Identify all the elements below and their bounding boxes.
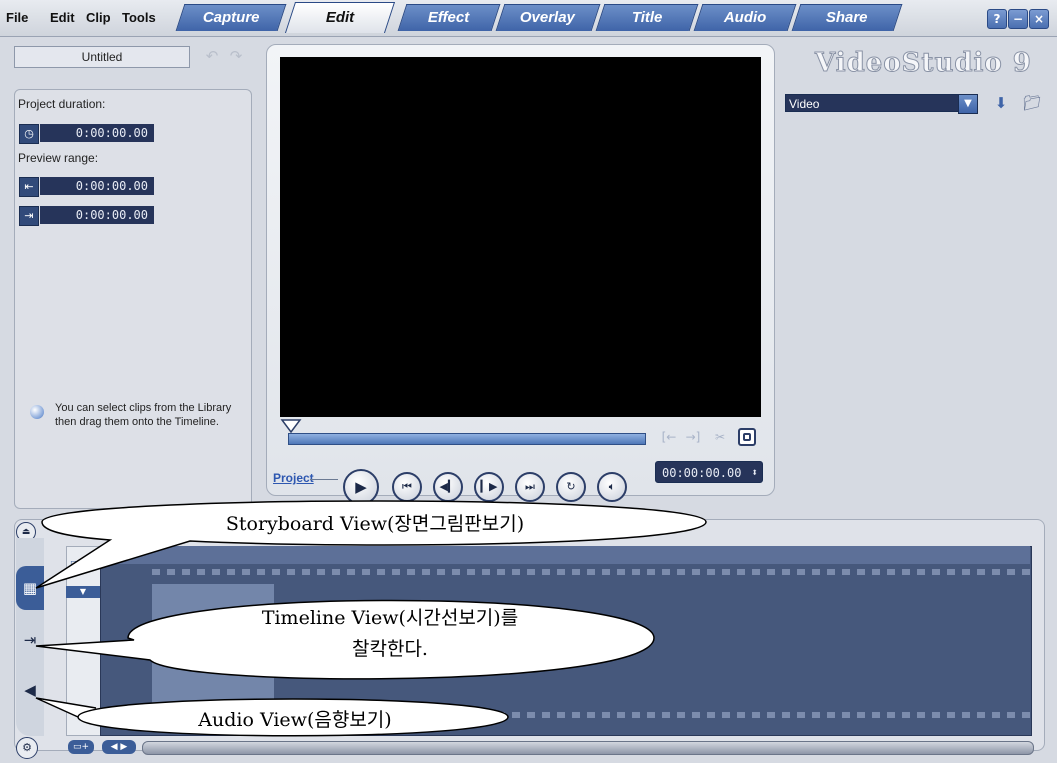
enlarge-preview-icon[interactable] (738, 428, 756, 446)
mark-out-icon: ⇥ (19, 206, 39, 226)
library-dropdown[interactable]: Video (785, 94, 969, 112)
scrubber-handle[interactable] (280, 418, 302, 434)
menu-edit[interactable]: Edit (50, 10, 75, 25)
undo-icon[interactable]: ↶ (202, 46, 222, 66)
volume-button[interactable]: 🔈︎ (597, 472, 627, 502)
dropdown-arrow-icon[interactable]: ▼ (958, 94, 978, 114)
help-button[interactable]: ? (987, 9, 1007, 29)
scroll-arrows-icon[interactable]: ◀ ▶ (102, 740, 136, 754)
redo-icon[interactable]: ↷ (226, 46, 246, 66)
preview-range-end: 0:00:00.00 (40, 206, 154, 224)
track-menu-icon[interactable]: ▼ (66, 586, 100, 598)
tip-bulb-icon (30, 405, 44, 419)
cut-clip-icon[interactable]: ✂ (711, 428, 729, 446)
tab-overlay[interactable]: Overlay (495, 4, 601, 31)
preview-range-start: 0:00:00.00 (40, 177, 154, 195)
project-duration-label: Project duration: (18, 97, 106, 111)
scrubber-track[interactable] (288, 433, 646, 445)
timecode-spinner-icon[interactable]: ⬍ (751, 462, 758, 484)
mark-in-button-icon[interactable]: [← (660, 428, 678, 446)
preview-range-label: Preview range: (18, 151, 99, 165)
menu-file[interactable]: File (6, 10, 28, 25)
previous-frame-button[interactable]: ◀▎ (433, 472, 463, 502)
project-duration-value: 0:00:00.00 (40, 124, 154, 142)
film-perforations-top (152, 569, 1030, 575)
timecode-display[interactable]: 00:00:00.00 ⬍ (655, 461, 763, 483)
folder-icon[interactable]: 📁︎ (1021, 93, 1043, 113)
mark-out-button-icon[interactable]: →] (684, 428, 702, 446)
end-button[interactable]: ⏭ (515, 472, 545, 502)
tab-title[interactable]: Title (595, 4, 699, 31)
home-button[interactable]: ⏮ (392, 472, 422, 502)
audio-view-button[interactable]: ◀︎ (16, 668, 44, 712)
settings-icon[interactable]: ⚙ (16, 737, 38, 759)
timeline-callout-text-2: 찰칵한다. (352, 638, 428, 660)
mode-indicator-line (310, 479, 338, 480)
minimize-button[interactable]: − (1008, 9, 1028, 29)
play-button[interactable]: ▶ (343, 469, 379, 505)
tab-effect[interactable]: Effect (397, 4, 501, 31)
timeline-callout-text-1: Timeline View(시간선보기)를 (261, 607, 519, 629)
storyboard-view-button[interactable]: ▦ (16, 566, 44, 610)
preview-screen (280, 57, 761, 417)
audio-callout-text: Audio View(음향보기) (198, 709, 392, 731)
tab-edit[interactable]: Edit (284, 2, 396, 33)
storyboard-callout-text: Storyboard View(장면그림판보기) (225, 513, 525, 535)
import-media-icon[interactable]: ⬇ (990, 93, 1012, 113)
tab-share[interactable]: Share (791, 4, 903, 31)
app-logo: VideoStudio 9 (815, 48, 1032, 79)
clock-icon: ◷ (19, 124, 39, 144)
mark-in-icon: ⇤ (19, 177, 39, 197)
project-mode-link[interactable]: Project (273, 471, 314, 485)
tip-text: You can select clips from the Library th… (55, 402, 232, 428)
timeline-scrollbar[interactable] (142, 741, 1034, 755)
close-button[interactable]: × (1029, 9, 1049, 29)
tab-capture[interactable]: Capture (175, 4, 287, 31)
timecode-value: 00:00:00.00 (662, 466, 742, 480)
next-frame-button[interactable]: ▎▶ (474, 472, 504, 502)
track-toggle-icon[interactable]: ▭▪ (70, 558, 94, 570)
insert-clip-icon[interactable]: ▭+ (68, 740, 94, 754)
repeat-button[interactable]: ↻ (556, 472, 586, 502)
timeline-view-button[interactable]: ⇥ (16, 618, 44, 662)
track-ruler (100, 546, 1030, 564)
tab-audio[interactable]: Audio (693, 4, 797, 31)
menu-tools[interactable]: Tools (122, 10, 156, 25)
project-name-field[interactable]: Untitled (14, 46, 190, 68)
menu-clip[interactable]: Clip (86, 10, 111, 25)
